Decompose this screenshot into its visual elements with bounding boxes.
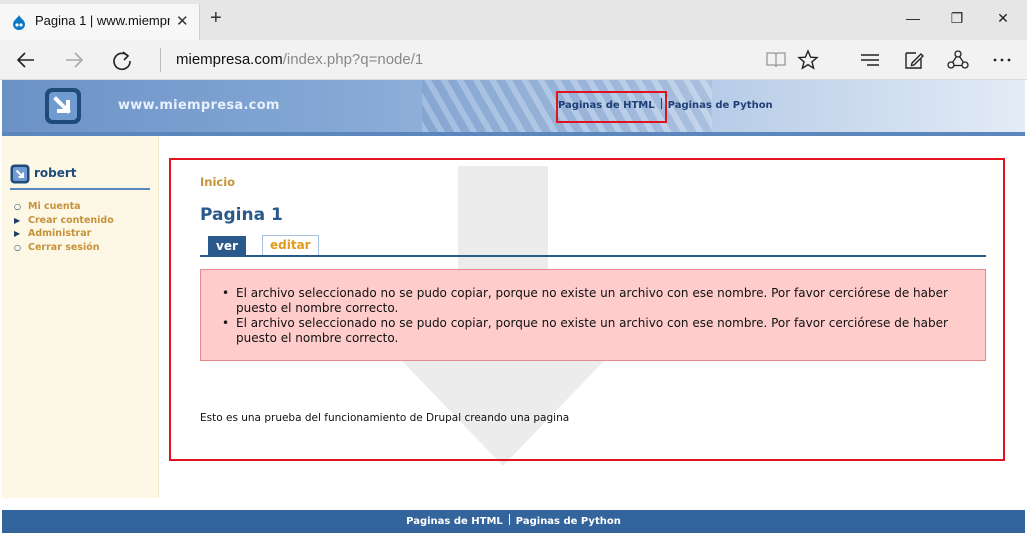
- favorite-star-icon[interactable]: [797, 49, 819, 71]
- bullet-dot-icon: •: [222, 316, 230, 330]
- url-divider: [160, 48, 161, 72]
- menu-item-label: Mi cuenta: [28, 201, 81, 212]
- reading-view-icon[interactable]: [765, 49, 787, 71]
- web-note-icon[interactable]: [903, 49, 925, 71]
- hub-icon[interactable]: [859, 49, 881, 71]
- site-logo-icon[interactable]: [44, 87, 82, 125]
- tab-view[interactable]: ver: [208, 236, 246, 256]
- breadcrumb[interactable]: Inicio: [200, 175, 235, 189]
- user-logo-icon: [10, 164, 30, 184]
- tab-close-icon[interactable]: ✕: [176, 12, 189, 30]
- url-path: /index.php?q=node/1: [282, 51, 424, 68]
- menu-item-label: Cerrar sesión: [28, 241, 100, 253]
- share-icon[interactable]: [947, 49, 969, 71]
- refresh-icon[interactable]: [110, 48, 134, 72]
- highlight-box-primary-link: [556, 91, 667, 123]
- browser-tab-strip: Pagina 1 | www.miempresa.com ✕ + — ❐ ✕: [0, 0, 1027, 40]
- maximize-button[interactable]: ❐: [947, 10, 967, 30]
- browser-tab[interactable]: Pagina 1 | www.miempresa.com ✕: [0, 4, 200, 40]
- error-text: El archivo seleccionado no se pudo copia…: [236, 286, 948, 315]
- sidebar-user-rule: [10, 188, 150, 190]
- menu-item-administrar[interactable]: ▶ Administrar: [10, 227, 114, 241]
- error-messages: • El archivo seleccionado no se pudo copi…: [200, 269, 986, 361]
- menu-item-crear-contenido[interactable]: ▶ Crear contenido: [10, 214, 114, 228]
- more-icon[interactable]: [991, 49, 1013, 71]
- sidebar-user-name: robert: [34, 166, 77, 180]
- url-host: miempresa.com: [176, 51, 283, 68]
- error-message: • El archivo seleccionado no se pudo copi…: [219, 286, 969, 316]
- error-list: • El archivo seleccionado no se pudo copi…: [219, 286, 969, 346]
- tab-title: Pagina 1 | www.miempresa.com: [35, 13, 170, 28]
- sidebar: robert ○ Mi cuenta ▶ Crear contenido ▶ Admi…: [2, 136, 159, 498]
- error-message: • El archivo seleccionado no se pudo copi…: [219, 316, 969, 346]
- triangle-bullet-icon: ▶: [14, 215, 21, 225]
- user-menu: ○ Mi cuenta ▶ Crear contenido ▶ Administrar…: [10, 200, 114, 254]
- menu-item-mi-cuenta[interactable]: ○ Mi cuenta: [10, 200, 114, 214]
- error-text: El archivo seleccionado no se pudo copia…: [236, 316, 948, 345]
- footer-link-python[interactable]: Paginas de Python: [516, 516, 621, 527]
- triangle-bullet-icon: ▶: [14, 229, 21, 238]
- tab-edit[interactable]: editar: [262, 235, 319, 256]
- forward-arrow-icon[interactable]: [62, 48, 86, 72]
- footer-separator: [508, 514, 510, 525]
- minimize-button[interactable]: —: [903, 10, 923, 30]
- circle-bullet-icon: ○: [14, 202, 21, 211]
- new-tab-button[interactable]: +: [210, 8, 222, 28]
- url-field[interactable]: miempresa.com/index.php?q=node/1: [176, 51, 423, 68]
- menu-item-label: Administrar: [28, 228, 92, 239]
- circle-bullet-icon: ○: [14, 242, 21, 252]
- menu-item-label: Crear contenido: [28, 214, 114, 226]
- drupal-favicon-icon: [13, 15, 25, 30]
- footer-link-html[interactable]: Paginas de HTML: [406, 516, 503, 527]
- web-page: www.miempresa.com Paginas de HTML Paginas…: [0, 80, 1027, 541]
- menu-item-cerrar-sesion[interactable]: ○ Cerrar sesión: [10, 241, 114, 255]
- back-arrow-icon[interactable]: [14, 48, 38, 72]
- site-footer: Paginas de HTML Paginas de Python: [2, 510, 1025, 533]
- address-bar-row: miempresa.com/index.php?q=node/1: [0, 40, 1027, 80]
- bullet-dot-icon: •: [222, 286, 230, 300]
- node-body-text: Esto es una prueba del funcionamiento de…: [200, 412, 570, 424]
- site-header: www.miempresa.com Paginas de HTML Paginas…: [2, 80, 1025, 132]
- site-name[interactable]: www.miempresa.com: [118, 98, 280, 113]
- tabs-rule: [200, 255, 986, 257]
- page-title: Pagina 1: [200, 205, 283, 225]
- primary-link-python[interactable]: Paginas de Python: [668, 100, 773, 111]
- window-close-button[interactable]: ✕: [993, 10, 1013, 30]
